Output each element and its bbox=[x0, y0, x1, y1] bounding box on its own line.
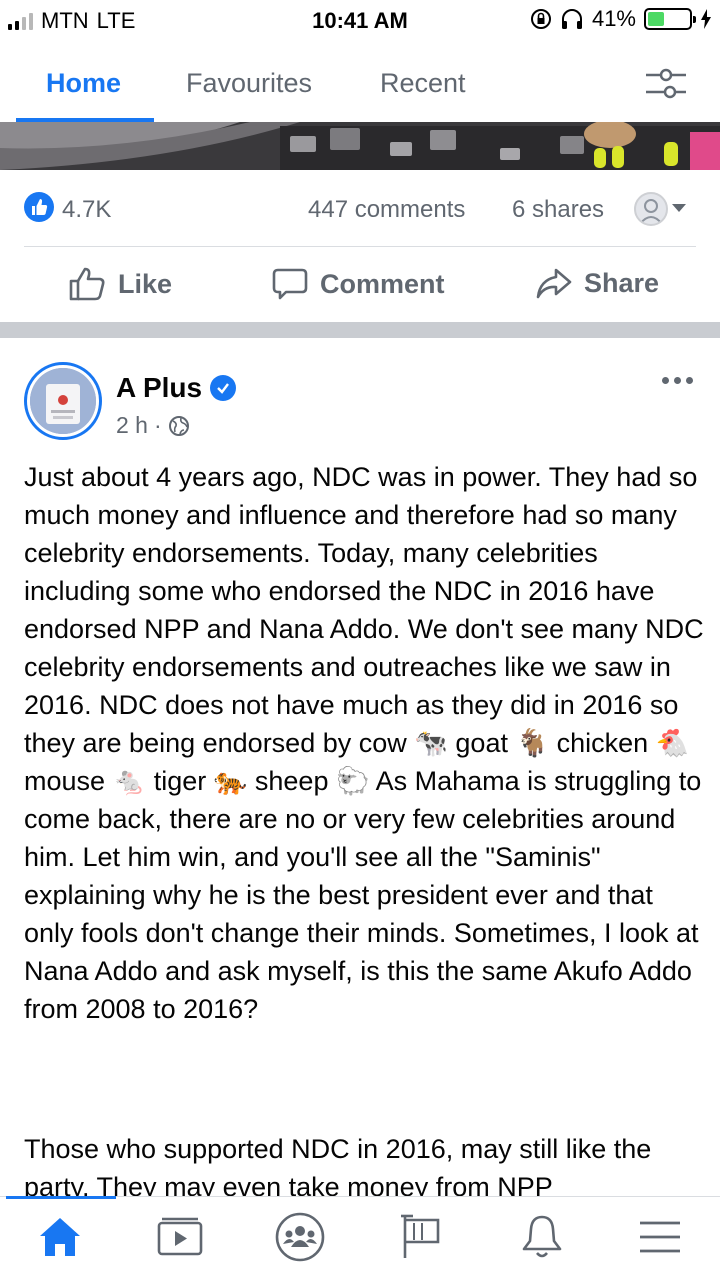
active-nav-indicator bbox=[6, 1196, 116, 1199]
comment-label: Comment bbox=[320, 268, 445, 299]
word-chicken: chicken bbox=[556, 728, 649, 758]
post-photo-image bbox=[0, 122, 720, 170]
battery-percent: 41% bbox=[591, 6, 636, 31]
status-right: 41% bbox=[530, 6, 712, 32]
post-paragraph: Just about 4 years ago, NDC was in power… bbox=[24, 458, 704, 1028]
reactions-summary: 4.7K 447 comments 6 shares bbox=[0, 190, 720, 230]
comments-count[interactable]: 447 comments bbox=[308, 196, 465, 224]
status-bar: MTN LTE 10:41 AM 41% bbox=[0, 0, 720, 40]
post-timestamp[interactable]: 2 h bbox=[116, 412, 148, 439]
share-button[interactable]: Share bbox=[536, 266, 659, 300]
word-mouse: mouse bbox=[24, 766, 106, 796]
tab-favourites[interactable]: Favourites bbox=[186, 68, 312, 99]
battery-icon bbox=[644, 8, 696, 30]
share-label: Share bbox=[584, 267, 660, 298]
profile-avatar-icon[interactable] bbox=[634, 192, 668, 226]
tab-recent[interactable]: Recent bbox=[380, 68, 466, 99]
page-avatar[interactable] bbox=[24, 362, 102, 440]
reaction-selector-chevron-down-icon[interactable] bbox=[672, 204, 686, 212]
tiger-emoji: 🐅 bbox=[213, 766, 248, 796]
goat-emoji: 🐐 bbox=[515, 728, 550, 758]
like-button[interactable]: Like bbox=[68, 266, 172, 302]
post-body: Just about 4 years ago, NDC was in power… bbox=[24, 458, 704, 1028]
post-text-part2: As Mahama is struggling to come back, th… bbox=[24, 766, 702, 1024]
thumbs-up-icon bbox=[69, 267, 105, 301]
chicken-emoji: 🐔 bbox=[655, 728, 690, 758]
mouse-emoji: 🐁 bbox=[112, 766, 147, 796]
like-reaction-icon[interactable] bbox=[24, 192, 54, 222]
tab-home[interactable]: Home bbox=[46, 68, 121, 99]
page-avatar-image bbox=[30, 368, 96, 434]
comment-button[interactable]: Comment bbox=[272, 266, 445, 302]
charging-bolt-icon bbox=[701, 9, 711, 29]
more-options-icon[interactable] bbox=[662, 372, 696, 388]
nav-home-icon[interactable] bbox=[30, 1211, 90, 1263]
nav-watch-icon[interactable] bbox=[150, 1211, 210, 1263]
headphones-icon bbox=[561, 9, 582, 29]
author-name[interactable]: A Plus bbox=[116, 372, 202, 404]
post-author[interactable]: A Plus bbox=[116, 372, 237, 404]
share-arrow-icon bbox=[536, 268, 572, 299]
nav-notifications-bell-icon[interactable] bbox=[512, 1211, 572, 1263]
like-label: Like bbox=[118, 268, 173, 299]
shares-count[interactable]: 6 shares bbox=[512, 196, 604, 224]
nav-menu-icon[interactable] bbox=[630, 1211, 690, 1263]
post-paragraph-2: Those who supported NDC in 2016, may sti… bbox=[24, 1130, 704, 1200]
meta-separator: · bbox=[153, 412, 162, 438]
nav-pages-flag-icon[interactable] bbox=[392, 1211, 452, 1263]
nav-groups-icon[interactable] bbox=[270, 1211, 330, 1263]
comment-bubble-icon bbox=[272, 268, 308, 300]
post-meta: 2 h · bbox=[116, 412, 190, 439]
cow-emoji: 🐄 bbox=[414, 728, 448, 758]
battery-level bbox=[648, 12, 665, 26]
post-photo[interactable] bbox=[0, 122, 720, 170]
word-goat: goat bbox=[455, 728, 508, 758]
feed-tab-bar: Home Favourites Recent bbox=[0, 40, 720, 122]
verified-badge-icon bbox=[210, 375, 237, 401]
bottom-navigation bbox=[0, 1196, 720, 1280]
sheep-emoji: 🐑 bbox=[335, 766, 370, 796]
divider bbox=[24, 246, 696, 247]
reaction-count[interactable]: 4.7K bbox=[62, 196, 111, 224]
globe-icon bbox=[168, 415, 189, 436]
word-sheep: sheep bbox=[254, 766, 329, 796]
feed-separator bbox=[0, 322, 720, 338]
filter-settings-icon[interactable] bbox=[642, 64, 690, 104]
post-actions: Like Comment Share bbox=[0, 262, 720, 314]
word-tiger: tiger bbox=[153, 766, 207, 796]
post-text-part1: Just about 4 years ago, NDC was in power… bbox=[24, 462, 704, 758]
post-text-part3: Those who supported NDC in 2016, may sti… bbox=[24, 1134, 652, 1200]
orientation-lock-icon bbox=[530, 9, 551, 29]
